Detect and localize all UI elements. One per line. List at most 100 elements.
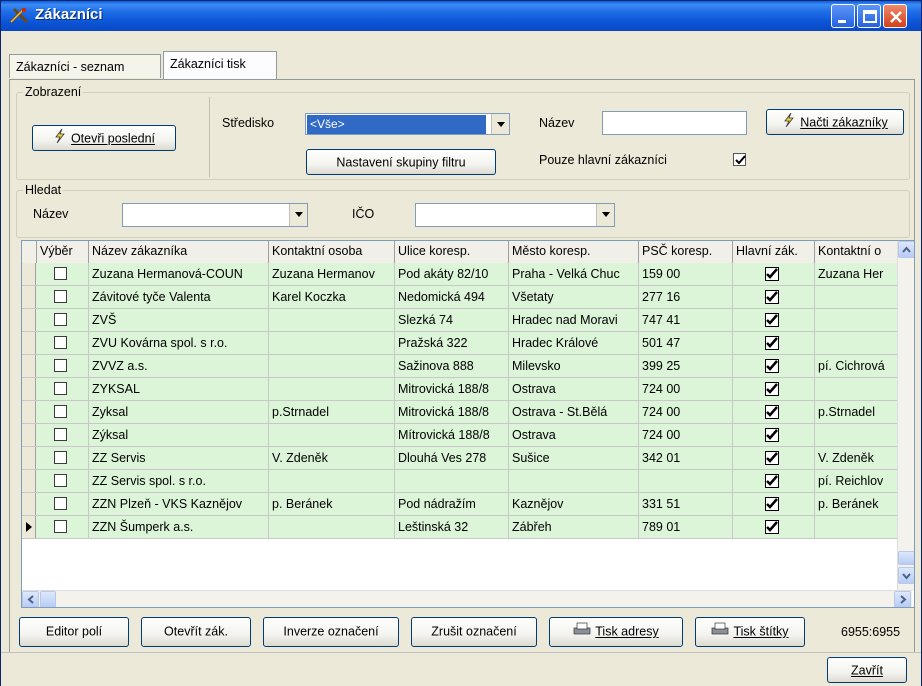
display-group-label: Zobrazení — [23, 85, 84, 99]
table-row[interactable]: Zuzana Hermanová-COUN Zuzana Hermanov Pod … — [22, 263, 914, 286]
row-selector[interactable] — [22, 332, 36, 354]
column-header-city[interactable]: Město koresp. — [509, 241, 639, 263]
column-header-contact2[interactable]: Kontaktní o — [815, 241, 899, 263]
row-select-checkbox[interactable] — [54, 451, 67, 464]
chevron-up-icon — [902, 246, 911, 253]
cell-contact: p.Strnadel — [269, 401, 395, 423]
cell-zip: 277 16 — [639, 286, 733, 308]
hscroll-thumb[interactable] — [40, 591, 56, 607]
table-row[interactable]: ZZ Servis V. Zdeněk Dlouhá Ves 278 Sušice 34… — [22, 447, 914, 470]
scroll-thumb[interactable] — [898, 551, 914, 565]
row-selector[interactable] — [22, 286, 36, 308]
row-selector[interactable] — [22, 401, 36, 423]
customer-grid[interactable]: Výběr Název zákazníka Kontaktní osoba Ul… — [21, 240, 915, 608]
column-header-name[interactable]: Název zákazníka — [89, 241, 269, 263]
column-header-zip[interactable]: PSČ koresp. — [639, 241, 733, 263]
open-last-button[interactable]: Otevři poslední — [32, 125, 176, 151]
ico-select[interactable] — [415, 203, 615, 227]
open-customer-button[interactable]: Otevřít zák. — [141, 617, 251, 647]
checkmark-icon[interactable] — [765, 497, 779, 511]
row-select-checkbox[interactable] — [54, 428, 67, 441]
minimize-button[interactable] — [831, 4, 855, 28]
checkmark-icon[interactable] — [765, 359, 779, 373]
checkmark-icon[interactable] — [765, 336, 779, 350]
cell-street: Mitrovická 188/8 — [395, 378, 509, 400]
scroll-right-button[interactable] — [894, 591, 911, 607]
row-selector[interactable] — [22, 263, 36, 285]
table-row[interactable]: ZVU Kovárna spol. s r.o. Pražská 322 Hrade… — [22, 332, 914, 355]
table-row[interactable]: ZZ Servis spol. s r.o. pí. Reichlov — [22, 470, 914, 493]
cell-name: ZZ Servis — [89, 447, 269, 469]
row-select-checkbox[interactable] — [54, 336, 67, 349]
row-select-checkbox[interactable] — [54, 267, 67, 280]
maximize-button[interactable] — [857, 4, 881, 28]
row-select-checkbox[interactable] — [54, 313, 67, 326]
row-select-checkbox[interactable] — [54, 520, 67, 533]
cell-city — [509, 470, 639, 492]
row-selector[interactable] — [22, 378, 36, 400]
load-customers-button[interactable]: Načti zákazníky — [766, 109, 904, 135]
table-row[interactable]: ZVŠ Slezká 74 Hradec nad Moravi 747 41 — [22, 309, 914, 332]
row-select-checkbox[interactable] — [54, 290, 67, 303]
table-row[interactable]: ZVVZ a.s. Sažinova 888 Milevsko 399 25 pí. C… — [22, 355, 914, 378]
name-field[interactable] — [602, 111, 747, 135]
table-row[interactable]: Zyksal p.Strnadel Mitrovická 188/8 Ostrava … — [22, 401, 914, 424]
print-address-button[interactable]: Tisk adresy — [549, 617, 683, 647]
column-header-street[interactable]: Ulice koresp. — [395, 241, 509, 263]
table-row[interactable]: ZZN Šumperk a.s. Leštinská 32 Zábřeh 789 01 — [22, 516, 914, 539]
center-select[interactable]: <Vše> — [305, 113, 510, 135]
checkmark-icon[interactable] — [765, 382, 779, 396]
tab-customer-print[interactable]: Zákazníci tisk — [163, 51, 277, 79]
scroll-up-button[interactable] — [898, 241, 914, 258]
column-header-select[interactable]: Výběr — [37, 241, 89, 263]
vertical-scrollbar[interactable] — [897, 241, 914, 591]
row-selector[interactable] — [22, 470, 36, 492]
chevron-down-icon[interactable] — [596, 204, 614, 226]
row-select-checkbox[interactable] — [54, 497, 67, 510]
scroll-down-button[interactable] — [898, 567, 914, 584]
table-row[interactable]: ZZN Plzeň - VKS Kaznějov p. Beránek Pod ná… — [22, 493, 914, 516]
row-select-checkbox[interactable] — [54, 405, 67, 418]
table-row[interactable]: Závitové tyče Valenta Karel Koczka Nedomic… — [22, 286, 914, 309]
row-select-checkbox[interactable] — [54, 382, 67, 395]
search-name-select[interactable] — [122, 203, 308, 227]
cell-contact2: Zuzana Her — [815, 263, 899, 285]
invert-selection-button[interactable]: Inverze označení — [263, 617, 399, 647]
row-selector[interactable] — [22, 424, 36, 446]
row-selector[interactable] — [22, 309, 36, 331]
close-window-button[interactable] — [883, 4, 907, 28]
title-bar[interactable]: Zákazníci — [1, 1, 921, 31]
checkmark-icon[interactable] — [765, 451, 779, 465]
checkmark-icon[interactable] — [765, 520, 779, 534]
checkmark-icon[interactable] — [765, 267, 779, 281]
table-row[interactable]: ZYKSAL Mitrovická 188/8 Ostrava 724 00 — [22, 378, 914, 401]
checkmark-icon[interactable] — [765, 428, 779, 442]
scroll-left-button[interactable] — [22, 591, 39, 607]
column-header-main[interactable]: Hlavní zák. — [733, 241, 815, 263]
checkmark-icon[interactable] — [765, 313, 779, 327]
clear-selection-button[interactable]: Zrušit označení — [411, 617, 537, 647]
main-only-checkbox[interactable] — [733, 153, 746, 166]
row-selector[interactable] — [22, 516, 36, 538]
table-row[interactable]: Zýksal Mítrovická 188/8 Ostrava 724 00 — [22, 424, 914, 447]
filter-settings-button[interactable]: Nastavení skupiny filtru — [306, 149, 496, 175]
print-labels-button[interactable]: Tisk štítky — [695, 617, 805, 647]
row-selector[interactable] — [22, 493, 36, 515]
row-select-checkbox[interactable] — [54, 359, 67, 372]
row-selector[interactable] — [22, 355, 36, 377]
checkmark-icon[interactable] — [765, 290, 779, 304]
chevron-down-icon[interactable] — [491, 114, 509, 134]
cell-city: Ostrava — [509, 424, 639, 446]
field-editor-button[interactable]: Editor polí — [19, 617, 129, 647]
checkmark-icon[interactable] — [765, 474, 779, 488]
cell-name: Závitové tyče Valenta — [89, 286, 269, 308]
horizontal-scrollbar[interactable] — [22, 590, 912, 607]
search-name-label: Název — [33, 207, 69, 221]
close-button[interactable]: Zavřít — [827, 657, 907, 683]
row-select-checkbox[interactable] — [54, 474, 67, 487]
tab-customer-list[interactable]: Zákazníci - seznam — [9, 54, 161, 78]
column-header-contact[interactable]: Kontaktní osoba — [269, 241, 395, 263]
chevron-down-icon[interactable] — [289, 204, 307, 226]
checkmark-icon[interactable] — [765, 405, 779, 419]
row-selector[interactable] — [22, 447, 36, 469]
